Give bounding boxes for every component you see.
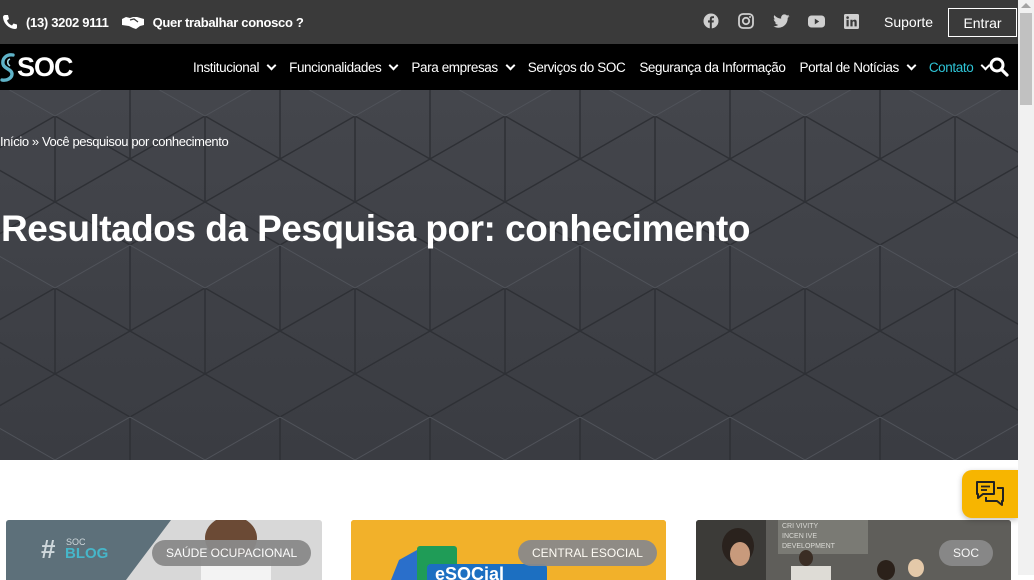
svg-text:#: # bbox=[41, 534, 56, 564]
nav-item-label: Contato bbox=[928, 59, 974, 75]
scroll-up-arrow-icon[interactable] bbox=[1021, 3, 1031, 8]
category-badge[interactable]: SAÚDE OCUPACIONAL bbox=[152, 540, 312, 566]
social-links bbox=[702, 12, 860, 30]
svg-text:eSOCial: eSOCial bbox=[435, 564, 504, 580]
logo-mark-icon bbox=[0, 52, 15, 82]
chevron-down-icon bbox=[505, 60, 516, 70]
chevron-down-icon bbox=[388, 60, 399, 70]
category-badge[interactable]: CENTRAL ESOCIAL bbox=[518, 540, 657, 566]
support-link[interactable]: Suporte bbox=[884, 14, 933, 30]
nav-item-label: Funcionalidades bbox=[289, 59, 382, 75]
soc-logo[interactable]: SOC bbox=[0, 52, 74, 83]
chat-icon bbox=[976, 481, 1004, 506]
work-with-us-link[interactable]: Quer trabalhar conosco ? bbox=[121, 14, 304, 30]
facebook-icon[interactable] bbox=[702, 12, 720, 30]
twitter-icon[interactable] bbox=[772, 12, 790, 30]
page-title: Resultados da Pesquisa por: conhecimento bbox=[1, 208, 750, 249]
login-button[interactable]: Entrar bbox=[948, 8, 1017, 37]
nav-item-label: Portal de Notícias bbox=[799, 59, 899, 75]
svg-text:INCEN IVE: INCEN IVE bbox=[782, 533, 817, 540]
post-card[interactable]: CRI VIVITY INCEN IVE DEVELOPMENT SOC bbox=[696, 520, 1011, 580]
post-card[interactable]: # SOC BLOG SAÚDE OCUPACIONAL bbox=[6, 520, 322, 580]
breadcrumb-current: Você pesquisou por conhecimento bbox=[41, 134, 229, 149]
svg-text:DEVELOPMENT: DEVELOPMENT bbox=[782, 543, 836, 550]
linkedin-icon[interactable] bbox=[842, 12, 860, 30]
category-badge[interactable]: SOC bbox=[939, 540, 994, 566]
nav-item-contato[interactable]: Contato bbox=[928, 59, 991, 75]
nav-item-servicos-do-soc[interactable]: Serviços do SOC bbox=[528, 60, 626, 75]
nav-item-label: Institucional bbox=[193, 59, 260, 75]
chat-button[interactable] bbox=[962, 470, 1018, 518]
breadcrumb-separator: » bbox=[28, 134, 42, 149]
chevron-down-icon bbox=[266, 60, 277, 70]
nav-item-institucional[interactable]: Institucional bbox=[193, 59, 277, 75]
top-bar: (13) 3202 9111 Quer trabalhar conosco ? … bbox=[0, 0, 1018, 44]
svg-text:BLOG: BLOG bbox=[65, 545, 108, 562]
chevron-down-icon bbox=[906, 60, 917, 70]
phone-icon bbox=[3, 15, 17, 29]
phone-link[interactable]: (13) 3202 9111 bbox=[2, 14, 109, 30]
nav-item-funcionalidades[interactable]: Funcionalidades bbox=[289, 59, 399, 75]
breadcrumb: Início » Você pesquisou por conhecimento bbox=[0, 134, 229, 149]
nav-item-portal-de-noticias[interactable]: Portal de Notícias bbox=[799, 59, 917, 75]
search-button[interactable] bbox=[989, 57, 1009, 82]
breadcrumb-home-link[interactable]: Início bbox=[0, 134, 29, 149]
handshake-icon bbox=[121, 17, 144, 29]
phone-text: (13) 3202 9111 bbox=[26, 14, 109, 30]
nav-item-label: Serviços do SOC bbox=[527, 59, 626, 75]
main-navigation: SOC Institucional Funcionalidades Para e… bbox=[0, 44, 1018, 90]
nav-item-para-empresas[interactable]: Para empresas bbox=[411, 59, 516, 75]
scrollbar-thumb[interactable] bbox=[1020, 13, 1032, 105]
logo-text: SOC bbox=[17, 52, 74, 82]
search-icon bbox=[989, 57, 1009, 77]
nav-menu: Institucional Funcionalidades Para empre… bbox=[193, 44, 1003, 90]
nav-item-seguranca-da-informacao[interactable]: Segurança da Informação bbox=[639, 59, 786, 75]
work-with-us-text: Quer trabalhar conosco ? bbox=[152, 14, 304, 30]
instagram-icon[interactable] bbox=[737, 12, 755, 30]
youtube-icon[interactable] bbox=[807, 12, 825, 30]
svg-text:CRI VIVITY: CRI VIVITY bbox=[782, 523, 819, 530]
nav-item-label: Segurança da Informação bbox=[639, 59, 786, 75]
hero-banner: Início » Você pesquisou por conhecimento… bbox=[0, 90, 1018, 460]
post-card[interactable]: eSOCial CENTRAL ESOCIAL bbox=[351, 520, 666, 580]
nav-item-label: Para empresas bbox=[411, 59, 498, 75]
